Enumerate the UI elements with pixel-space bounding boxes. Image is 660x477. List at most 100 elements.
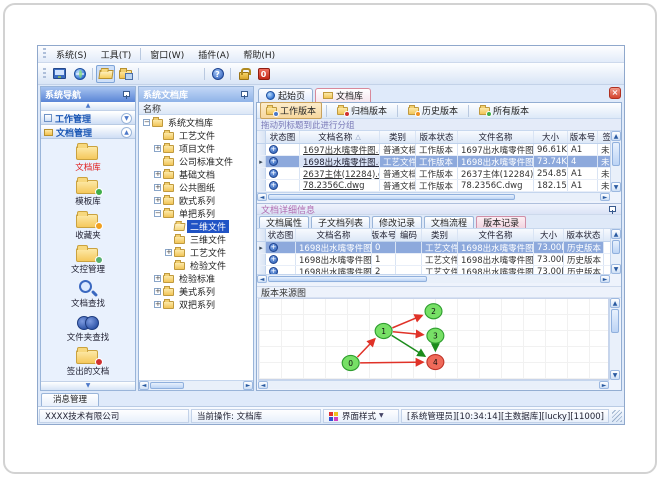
column-header[interactable]: 状态图 [266, 229, 296, 241]
versions-table-vscrollbar[interactable]: ▲ ▼ [610, 229, 621, 274]
column-header[interactable]: 大小 [534, 229, 564, 241]
detail-tab[interactable]: 版本记录 [476, 216, 527, 229]
scroll-left-icon[interactable]: ◄ [257, 193, 267, 201]
column-header[interactable]: 文档名称 △ [300, 131, 380, 143]
tree-node[interactable]: + 项目文件 [139, 142, 253, 155]
detail-tab[interactable]: 文档属性 [259, 216, 310, 229]
tab-message-management[interactable]: 消息管理 [41, 393, 99, 406]
menu-item[interactable]: 插件(A) [191, 46, 236, 63]
drag-grip[interactable] [43, 48, 46, 60]
sidebar-item[interactable]: 文档查找 [41, 277, 135, 311]
column-header[interactable]: 大小 [534, 131, 568, 143]
expand-icon[interactable]: + [154, 275, 161, 282]
sidebar-item[interactable]: 文档库 [41, 141, 135, 175]
tree-node[interactable]: 二维文件 [139, 220, 253, 233]
graph-node[interactable]: 3 [426, 327, 445, 344]
table-row[interactable]: ▸1698出水嘴零件图.dwg工艺文件工作版本1698出水嘴零件图.dwg73.… [257, 156, 610, 168]
tree-node[interactable]: 公司标准文件 [139, 155, 253, 168]
scroll-thumb[interactable] [612, 240, 620, 254]
tree-node[interactable]: + 基础文档 [139, 168, 253, 181]
help-button[interactable] [208, 65, 227, 83]
tree-node[interactable]: − 单把系列 [139, 207, 253, 220]
version-button-1[interactable]: 归档版本 [331, 102, 393, 119]
column-header[interactable]: 编码 [396, 229, 422, 241]
menu-item[interactable]: 工具(T) [94, 46, 139, 63]
tab-start-page[interactable]: 起始页 [258, 88, 314, 102]
scroll-thumb[interactable] [268, 194, 516, 200]
scroll-thumb[interactable] [611, 309, 619, 333]
documents-table-hscrollbar[interactable]: ◄ ► [257, 192, 610, 201]
mail1-button[interactable] [142, 65, 161, 83]
open-folder-button[interactable] [96, 64, 115, 83]
expand-icon[interactable]: + [165, 249, 172, 256]
menu-item[interactable]: 系统(S) [49, 46, 94, 63]
version-button-3[interactable]: 所有版本 [473, 102, 535, 119]
graph-hscrollbar[interactable]: ◄ ► [258, 380, 609, 389]
table-row[interactable]: 1698出水嘴零件图.dwg1工艺文件1698出水嘴零件图.dwg73.00KB… [257, 254, 610, 266]
scroll-right-icon[interactable]: ► [243, 381, 253, 390]
close-icon[interactable]: × [609, 87, 621, 99]
sidebar-collapse-bottom[interactable]: ▼ [41, 381, 135, 390]
tree-node[interactable]: + 检验标准 [139, 272, 253, 285]
folder-window-button[interactable] [116, 65, 135, 83]
tree-hscrollbar[interactable]: ◄ ► [139, 380, 253, 390]
graph-node[interactable]: 4 [426, 353, 445, 371]
menu-item[interactable]: 窗口(W) [143, 46, 191, 63]
tree-node[interactable]: + 公共图纸 [139, 181, 253, 194]
scroll-right-icon[interactable]: ► [599, 381, 609, 389]
scroll-up-icon[interactable]: ▲ [610, 298, 620, 308]
tree-node[interactable]: 三维文件 [139, 233, 253, 246]
globe-button[interactable] [70, 65, 89, 83]
tree-node[interactable]: + 欧式系列 [139, 194, 253, 207]
version-button-2[interactable]: 历史版本 [402, 102, 464, 119]
detail-tab[interactable]: 文档流程 [424, 216, 475, 229]
scroll-thumb[interactable] [150, 382, 185, 389]
column-header[interactable]: 文件名称 [458, 131, 534, 143]
sidebar-collapse-top[interactable]: ▲ [41, 102, 135, 111]
column-header[interactable]: 文件名称 [458, 229, 534, 241]
detail-tab[interactable]: 子文档列表 [311, 216, 371, 229]
column-header[interactable]: 类别 [422, 229, 458, 241]
graph-node[interactable]: 1 [374, 322, 393, 340]
column-header[interactable]: 版本号 [568, 131, 598, 143]
tree-column-header[interactable]: 名称 [139, 102, 253, 115]
mail3-button[interactable] [182, 65, 201, 83]
sidebar-group-work-management[interactable]: 工作管理 ▼ [41, 111, 135, 125]
sidebar-item[interactable]: 文件夹查找 [41, 311, 135, 345]
tree-node[interactable]: + 工艺文件 [139, 246, 253, 259]
scroll-left-icon[interactable]: ◄ [258, 381, 268, 389]
scroll-left-icon[interactable]: ◄ [139, 381, 149, 390]
sidebar-item[interactable]: 模板库 [41, 175, 135, 209]
version-button-0[interactable]: 工作版本 [260, 102, 323, 119]
tree-node[interactable]: − 系统文档库 [139, 116, 253, 129]
column-header[interactable]: 版本状态 [416, 131, 458, 143]
expand-icon[interactable]: + [154, 184, 161, 191]
mail2-button[interactable] [162, 65, 181, 83]
scroll-down-icon[interactable]: ▼ [611, 182, 621, 192]
column-header[interactable]: 签出状态 [598, 131, 610, 143]
table-row[interactable]: 2637主体(12284).dwg普通文档工作版本2637主体(12284).d… [257, 168, 610, 180]
scroll-down-icon[interactable]: ▼ [610, 370, 620, 380]
pin-icon[interactable] [608, 205, 617, 214]
table-row[interactable]: 78.2356C.dwg普通文档工作版本78.2356C.dwg182.15KB… [257, 180, 610, 192]
sidebar-item[interactable]: 签出的文档 [41, 345, 135, 379]
expand-icon[interactable]: + [154, 288, 161, 295]
menu-item[interactable]: 帮助(H) [236, 46, 282, 63]
tree-node[interactable]: 检验文件 [139, 259, 253, 272]
documents-table-vscrollbar[interactable]: ▲ ▼ [610, 131, 621, 192]
tree-node[interactable]: 工艺文件 [139, 129, 253, 142]
graph-node[interactable]: 2 [424, 303, 443, 320]
chevron-up-icon[interactable]: ▲ [121, 126, 132, 138]
sidebar-item[interactable]: 收藏夹 [41, 209, 135, 243]
column-header[interactable]: 文档名称 [296, 229, 372, 241]
ui-style-dropdown[interactable]: 界面样式 ▼ [323, 408, 399, 423]
expand-icon[interactable]: + [154, 171, 161, 178]
scroll-right-icon[interactable]: ► [600, 275, 610, 283]
table-row[interactable]: 1698出水嘴零件图.dwg2工艺文件1698出水嘴零件图.dwg73.00KB… [257, 266, 610, 274]
column-header[interactable]: 类别 [380, 131, 416, 143]
graph-vscrollbar[interactable]: ▲ ▼ [609, 298, 620, 380]
graph-node[interactable]: 0 [341, 354, 360, 372]
collapse-icon[interactable]: − [143, 119, 150, 126]
scroll-thumb[interactable] [268, 276, 427, 282]
scroll-up-icon[interactable]: ▲ [611, 131, 621, 141]
